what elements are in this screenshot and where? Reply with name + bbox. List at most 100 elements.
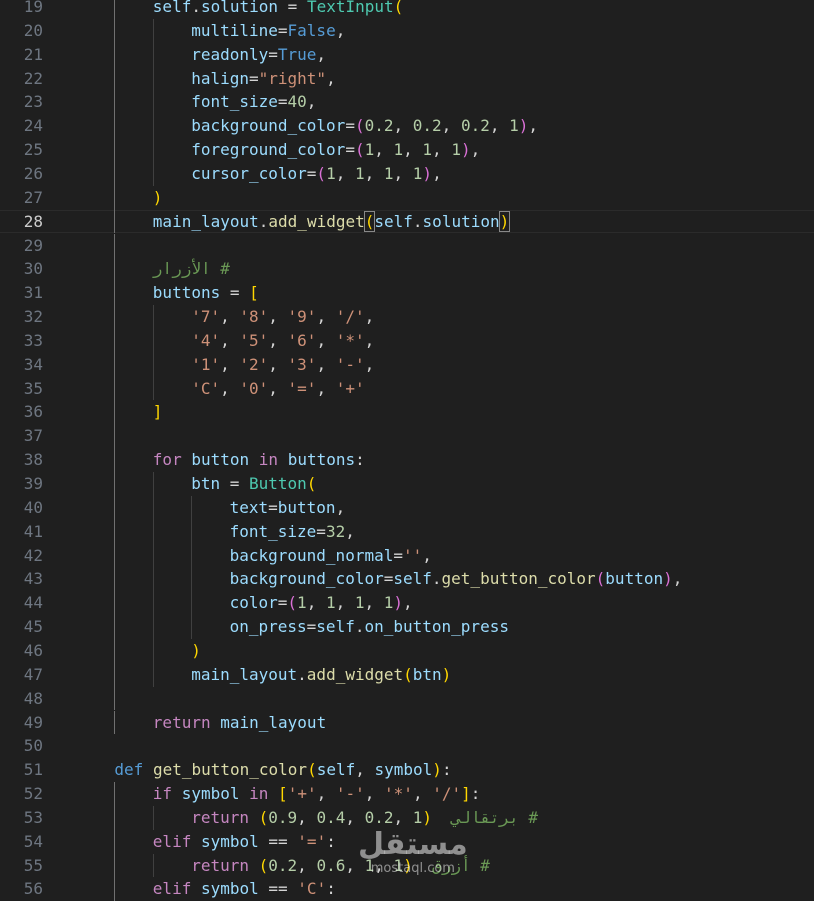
matched-bracket: ( bbox=[363, 210, 376, 232]
code-line[interactable]: 42 background_normal='', bbox=[0, 543, 814, 568]
operator: , bbox=[268, 330, 288, 350]
code-line[interactable]: 50 bbox=[0, 734, 814, 758]
function-name: add_widget bbox=[268, 211, 365, 231]
code-line[interactable]: 40 text=button, bbox=[0, 495, 814, 520]
function-name: get_button_color bbox=[441, 569, 596, 589]
identifier: background_color bbox=[191, 116, 346, 136]
operator: , bbox=[528, 116, 539, 136]
identifier: multiline bbox=[191, 20, 278, 40]
code-line[interactable]: 30 # الأزرار bbox=[0, 257, 814, 282]
code-line[interactable]: 29 bbox=[0, 233, 814, 258]
operator: . bbox=[412, 211, 423, 231]
code-line[interactable]: 38 for button in buttons: bbox=[0, 448, 814, 472]
line-number: 25 bbox=[23, 140, 43, 160]
indent-guide bbox=[114, 638, 116, 663]
code-line[interactable]: 52 if symbol in ['+', '-', '*', '/']: bbox=[0, 782, 814, 806]
code-line[interactable]: 41 font_size=32, bbox=[0, 519, 814, 544]
code-line[interactable]: 32 '7', '8', '9', '/', bbox=[0, 305, 814, 329]
number-literal: 1 bbox=[354, 163, 365, 183]
code-line[interactable]: 22 halign="right", bbox=[0, 66, 814, 91]
indent-guide bbox=[114, 185, 116, 210]
code-line[interactable]: 45 on_press=self.on_button_press bbox=[0, 615, 814, 639]
code-line[interactable]: 27) bbox=[0, 185, 814, 210]
code-line[interactable]: 47 main_layout.add_widget(btn) bbox=[0, 662, 814, 687]
number-literal: 1 bbox=[364, 140, 375, 160]
operator: , bbox=[364, 784, 385, 804]
code-editor[interactable]: 19 self.solution = TextInput(20 multiline=… bbox=[0, 0, 814, 901]
matched-bracket: ) bbox=[498, 210, 511, 232]
control-keyword: return bbox=[152, 712, 211, 732]
control-keyword: elif bbox=[152, 831, 192, 851]
indent-guide bbox=[114, 0, 116, 19]
operator: , bbox=[220, 330, 240, 350]
indent-guide bbox=[152, 328, 154, 353]
code-line[interactable]: 21 readonly=True, bbox=[0, 42, 814, 67]
operator: , bbox=[335, 497, 346, 517]
code-line[interactable]: 51 def get_button_color(self, symbol): bbox=[0, 758, 814, 782]
string-literal: '-' bbox=[335, 784, 365, 804]
code-line[interactable]: 34 '1', '2', '3', '-', bbox=[0, 352, 814, 377]
identifier: button bbox=[191, 450, 250, 470]
operator: = bbox=[393, 545, 403, 565]
identifier: symbol bbox=[374, 760, 433, 780]
indent-guide bbox=[152, 853, 154, 878]
operator: , bbox=[374, 140, 394, 160]
code-line[interactable]: 37 bbox=[0, 424, 814, 449]
code-line[interactable]: 31 buttons = [ bbox=[0, 281, 814, 306]
number-literal: 1 bbox=[383, 163, 394, 183]
code-line[interactable]: 28 main_layout.add_widget(self.solution) bbox=[0, 209, 814, 234]
string-literal: '5' bbox=[239, 330, 269, 350]
bracket: ) bbox=[663, 569, 673, 589]
bracket: ) bbox=[422, 163, 433, 183]
bracket: ) bbox=[152, 187, 163, 207]
code-line[interactable]: 36] bbox=[0, 400, 814, 425]
indent-guide bbox=[152, 42, 154, 67]
indent-guide bbox=[114, 233, 116, 258]
bracket: ) bbox=[432, 760, 442, 780]
operator: , bbox=[316, 354, 336, 374]
bracket: ( bbox=[595, 569, 606, 589]
indent-guide bbox=[152, 805, 154, 830]
code-content: cursor_color=(1, 1, 1, 1), bbox=[191, 162, 442, 186]
operator: , bbox=[220, 354, 240, 374]
indent-guide bbox=[114, 591, 116, 616]
code-line[interactable]: 49 return main_layout bbox=[0, 710, 814, 735]
code-line[interactable]: 25 foreground_color=(1, 1, 1, 1), bbox=[0, 138, 814, 162]
operator: = bbox=[277, 593, 288, 613]
code-line[interactable]: 19 self.solution = TextInput( bbox=[0, 0, 814, 19]
line-number: 44 bbox=[23, 593, 43, 613]
operator: , bbox=[432, 140, 452, 160]
code-line[interactable]: 39 btn = Button( bbox=[0, 472, 814, 496]
identifier: color bbox=[229, 593, 278, 613]
identifier: button bbox=[605, 569, 664, 589]
code-line[interactable]: 24 background_color=(0.2, 0.2, 0.2, 1), bbox=[0, 114, 814, 139]
number-literal: 1 bbox=[451, 140, 461, 160]
code-line[interactable]: 23 font_size=40, bbox=[0, 90, 814, 115]
identifier: font_size bbox=[229, 521, 317, 541]
code-content: elif symbol == 'C': bbox=[153, 877, 336, 901]
code-line[interactable]: 46) bbox=[0, 638, 814, 663]
watermark-url: mostaql.com bbox=[370, 861, 455, 876]
code-content: def get_button_color(self, symbol): bbox=[114, 758, 451, 782]
line-number: 35 bbox=[23, 378, 43, 398]
code-line[interactable]: 33 '4', '5', '6', '*', bbox=[0, 328, 814, 353]
indent-guide bbox=[152, 543, 154, 568]
code-line[interactable]: 56 elif symbol == 'C': bbox=[0, 877, 814, 901]
code-line[interactable]: 48 bbox=[0, 686, 814, 711]
code-content: text=button, bbox=[230, 496, 346, 520]
number-literal: 32 bbox=[325, 521, 346, 541]
code-line[interactable]: 26 cursor_color=(1, 1, 1, 1), bbox=[0, 161, 814, 186]
code-line[interactable]: 44 color=(1, 1, 1, 1), bbox=[0, 591, 814, 616]
code-line[interactable]: 43 background_color=self.get_button_color… bbox=[0, 567, 814, 592]
bracket: ] bbox=[461, 784, 471, 804]
indent-guide bbox=[114, 376, 116, 401]
line-number: 47 bbox=[23, 664, 43, 684]
identifier: on_press bbox=[229, 617, 307, 637]
code-line[interactable]: 20 multiline=False, bbox=[0, 18, 814, 43]
code-line[interactable]: 35 'C', '0', '=', '+' bbox=[0, 376, 814, 401]
indent-guide bbox=[191, 615, 193, 639]
string-literal: '*' bbox=[384, 784, 413, 804]
line-number: 33 bbox=[23, 330, 43, 350]
code-content: on_press=self.on_button_press bbox=[230, 615, 509, 639]
operator: , bbox=[393, 163, 413, 183]
